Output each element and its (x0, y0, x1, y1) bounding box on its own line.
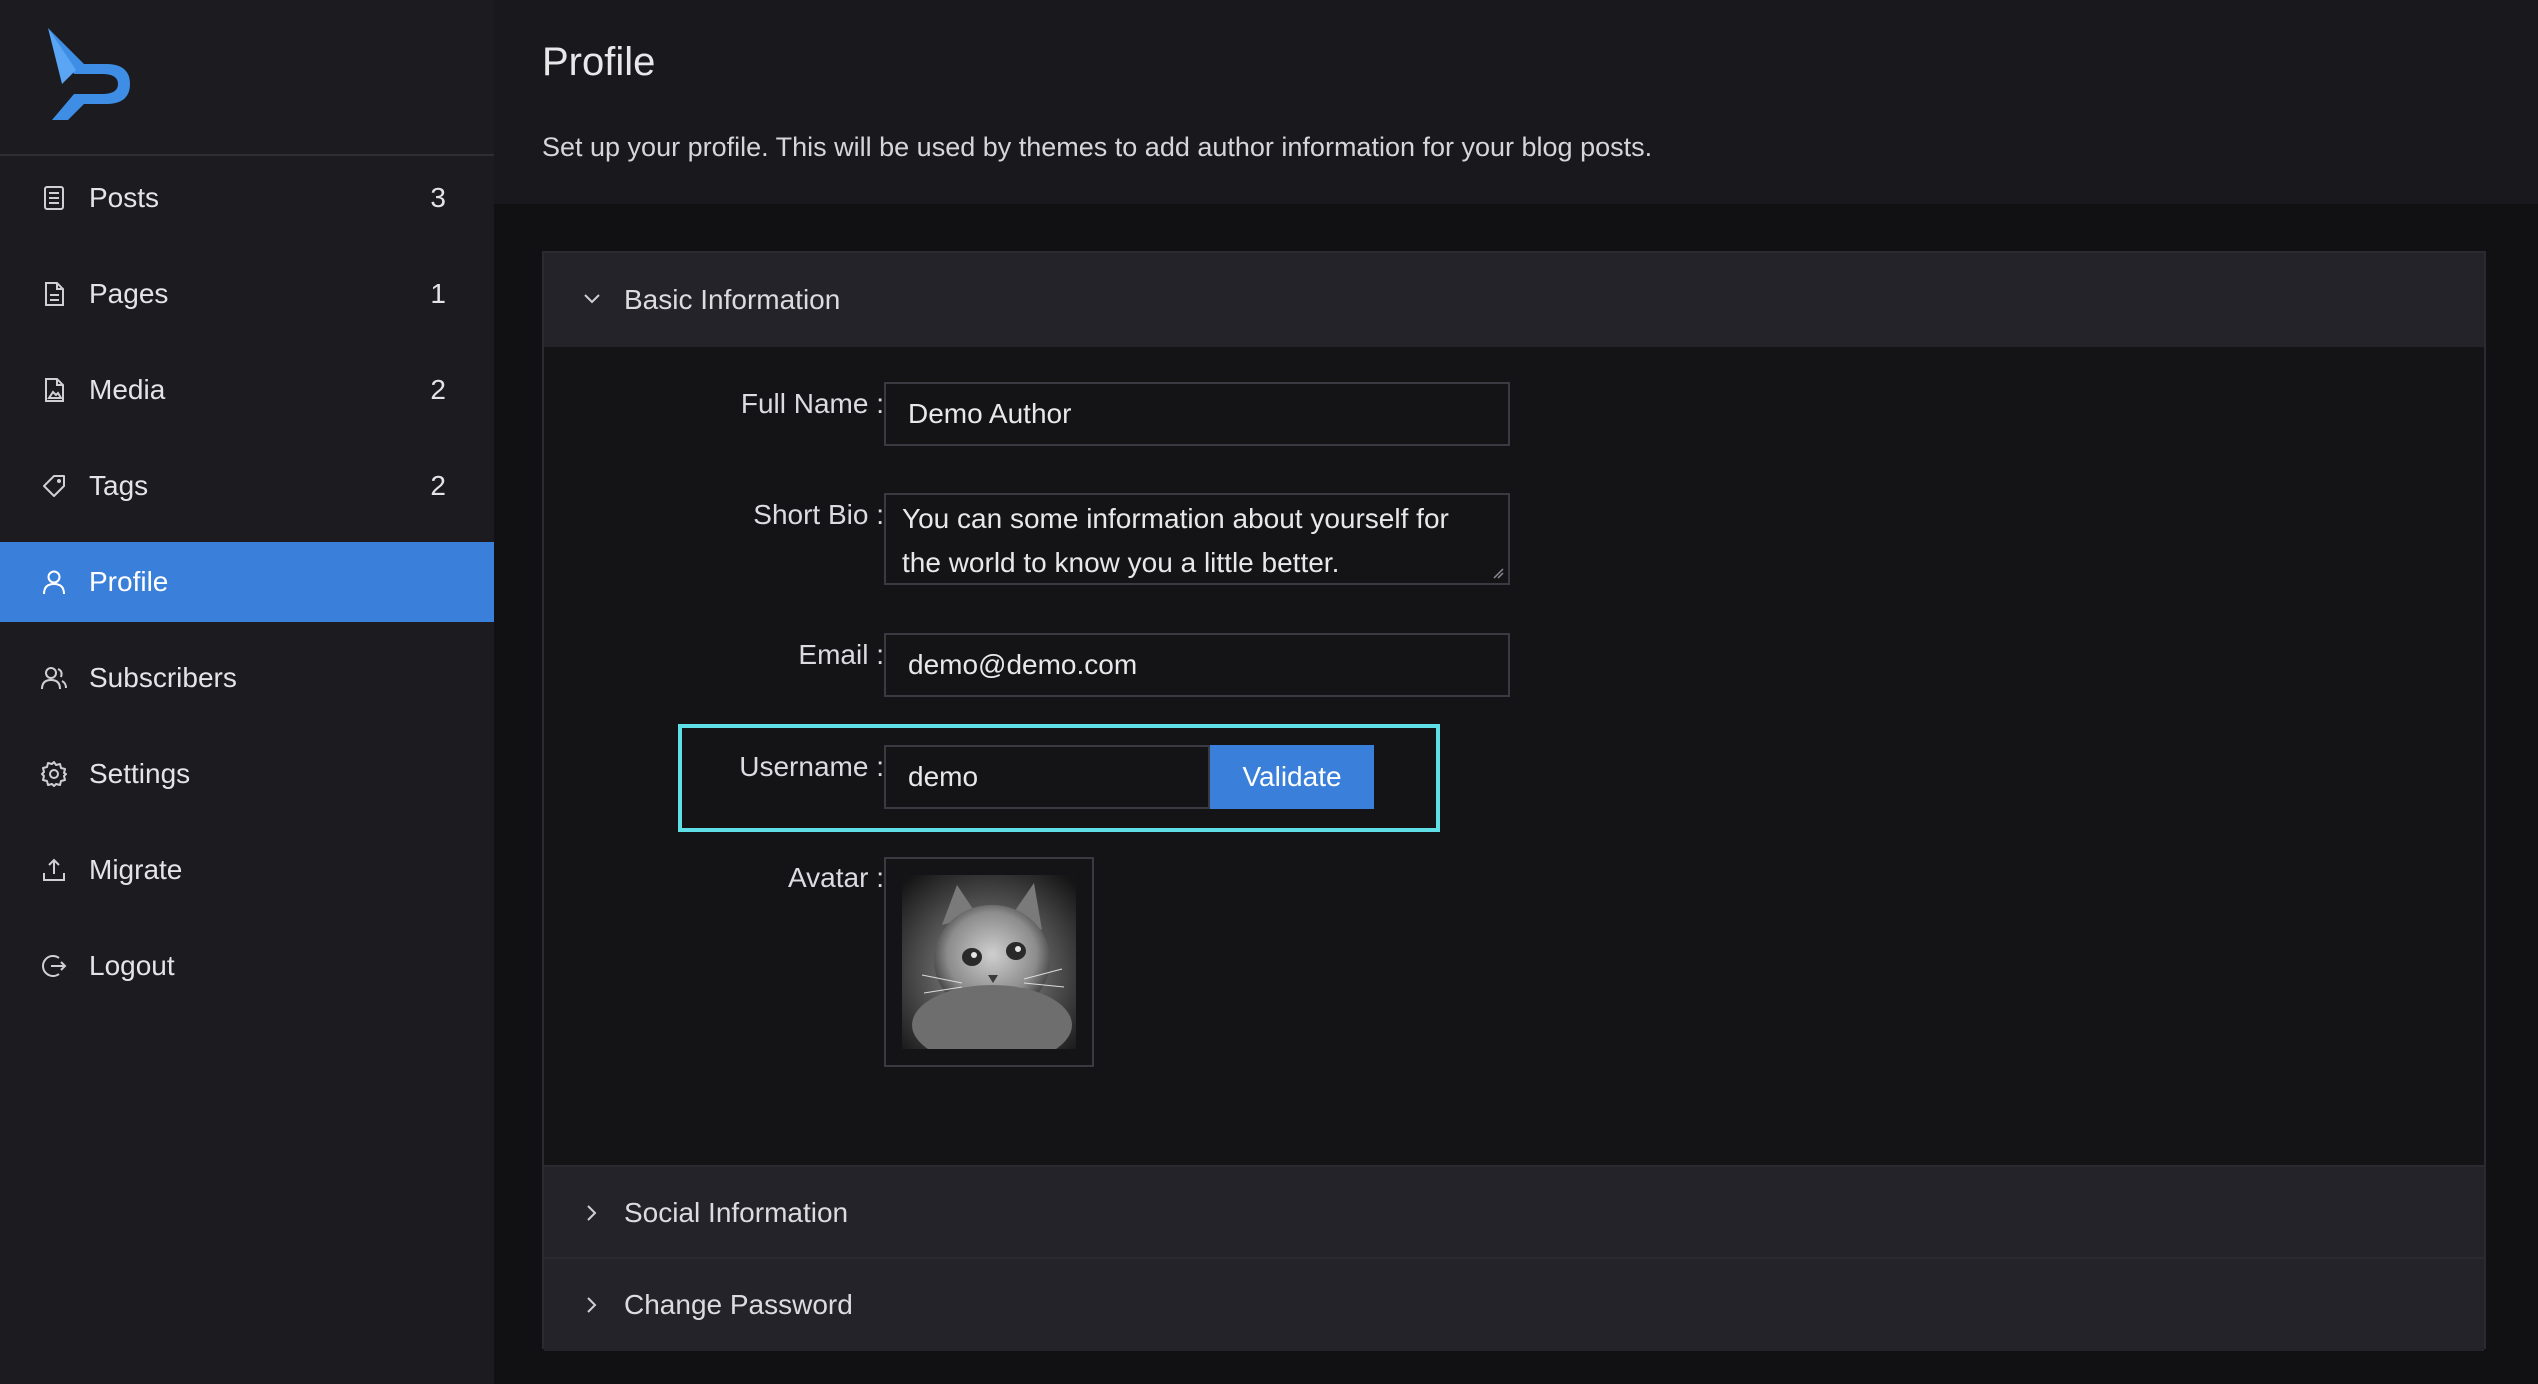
full-name-input[interactable]: Demo Author (884, 382, 1510, 446)
sidebar-item-subscribers[interactable]: Subscribers (0, 638, 494, 718)
sidebar-item-label: Logout (89, 950, 175, 981)
sidebar-nav: Posts 3 Pages 1 Media 2 Tags 2 Profile S… (0, 158, 494, 1006)
posts-icon (40, 184, 68, 212)
logo-area (0, 0, 494, 156)
sidebar-item-tags[interactable]: Tags 2 (0, 446, 494, 526)
avatar-label: Avatar : (788, 862, 884, 893)
main-content: Profile Set up your profile. This will b… (494, 0, 2538, 1384)
avatar-label-text: Avatar (788, 862, 869, 893)
short-bio-label: Short Bio : (753, 499, 884, 530)
sidebar-item-label: Migrate (89, 854, 183, 885)
sidebar-item-label: Media (89, 374, 166, 405)
profile-panel: Basic Information Full Name : Demo Autho… (542, 251, 2486, 1351)
section-label: Basic Information (624, 284, 841, 315)
sidebar-item-label: Pages (89, 278, 169, 309)
section-label: Change Password (624, 1289, 853, 1320)
sidebar-item-label: Profile (89, 566, 169, 597)
email-label: Email : (798, 639, 884, 670)
sidebar-item-settings[interactable]: Settings (0, 734, 494, 814)
subscribers-icon (40, 664, 68, 692)
avatar-picker[interactable] (884, 857, 1094, 1067)
user-icon (40, 568, 68, 596)
section-change-password[interactable]: Change Password (544, 1257, 2484, 1351)
sidebar-item-profile[interactable]: Profile (0, 542, 494, 622)
username-label-text: Username (739, 751, 869, 782)
sidebar-item-label: Subscribers (89, 662, 237, 693)
page-description: Set up your profile. This will be used b… (542, 132, 1653, 162)
short-bio-line: You can some information about yourself … (902, 503, 1449, 534)
sidebar-item-count: 3 (430, 182, 446, 213)
avatar-image (902, 875, 1076, 1049)
short-bio-textarea[interactable]: You can some information about yourself … (884, 493, 1510, 585)
email-input[interactable]: demo@demo.com (884, 633, 1510, 697)
upload-icon (40, 856, 68, 884)
page-header: Profile Set up your profile. This will b… (494, 0, 2538, 204)
section-social-information[interactable]: Social Information (544, 1165, 2484, 1259)
email-label-text: Email (798, 639, 869, 670)
sidebar-item-media[interactable]: Media 2 (0, 350, 494, 430)
sidebar-item-posts[interactable]: Posts 3 (0, 158, 494, 238)
sidebar-item-label: Tags (89, 470, 149, 501)
full-name-label: Full Name : (740, 388, 884, 419)
chevron-right-icon (587, 1205, 597, 1221)
username-label: Username : (739, 751, 884, 782)
sidebar-item-label: Settings (89, 758, 191, 789)
sidebar-item-count: 1 (430, 278, 446, 309)
sidebar-item-pages[interactable]: Pages 1 (0, 254, 494, 334)
validate-button[interactable]: Validate (1210, 745, 1374, 809)
chevron-right-icon (587, 1297, 597, 1313)
publii-logo-icon (48, 28, 130, 120)
gear-icon (40, 760, 68, 788)
logout-icon (40, 952, 68, 980)
sidebar-item-logout[interactable]: Logout (0, 926, 494, 1006)
chevron-down-icon (584, 294, 600, 304)
tag-icon (40, 472, 68, 500)
resize-handle-icon[interactable] (1492, 567, 1504, 579)
short-bio-line: the world to know you a little better. (902, 547, 1340, 578)
section-basic-information[interactable]: Basic Information (544, 253, 2484, 347)
media-icon (40, 376, 68, 404)
pages-icon (40, 280, 68, 308)
sidebar-item-migrate[interactable]: Migrate (0, 830, 494, 910)
sidebar-item-count: 2 (430, 374, 446, 405)
sidebar-item-label: Posts (89, 182, 160, 213)
page-title: Profile (542, 40, 656, 84)
sidebar-item-count: 2 (430, 470, 446, 501)
username-input[interactable]: demo (884, 745, 1210, 809)
short-bio-label-text: Short Bio (753, 499, 869, 530)
full-name-label-text: Full Name (740, 388, 869, 419)
section-label: Social Information (624, 1197, 849, 1228)
sidebar: Posts 3 Pages 1 Media 2 Tags 2 Profile S… (0, 0, 494, 1384)
